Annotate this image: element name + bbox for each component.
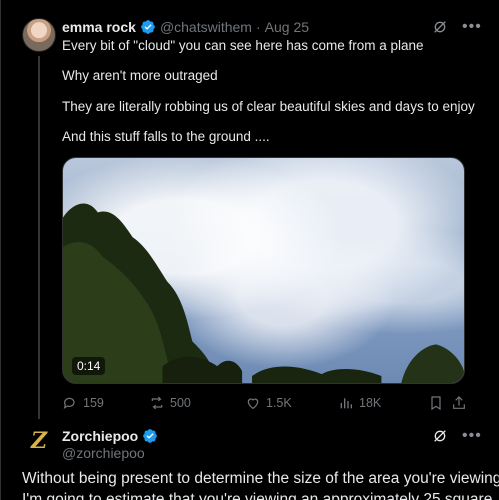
like-icon: [247, 398, 259, 410]
views-count: 18K: [359, 396, 382, 410]
reply-author-handle[interactable]: @zorchiepoo: [62, 445, 145, 461]
repost-count: 500: [170, 396, 191, 410]
tweet-header: emma rock @chatswithem · Aug 25: [62, 18, 309, 36]
video-duration: 0:14: [72, 357, 106, 375]
left-border: [0, 0, 1, 500]
reply-line: Without being present to determine the s…: [22, 470, 499, 487]
like-button[interactable]: 1.5K: [245, 395, 292, 411]
tweet-date[interactable]: Aug 25: [265, 19, 309, 35]
reply-avatar[interactable]: Z: [22, 424, 56, 458]
reply-top-actions: •••: [432, 428, 482, 444]
verified-badge-icon: [143, 429, 158, 443]
author-name[interactable]: emma rock: [62, 19, 136, 35]
repost-icon: [151, 396, 163, 410]
tweet-line: Every bit of "cloud" you can see here ha…: [62, 38, 424, 53]
repost-button[interactable]: 500: [149, 395, 191, 411]
bookmark-button[interactable]: [428, 395, 444, 411]
tweet-line: They are literally robbing us of clear b…: [62, 99, 475, 114]
tweet-line: And this stuff falls to the ground ....: [62, 129, 270, 144]
avatar[interactable]: [22, 18, 56, 52]
tweet-line: Why aren't more outraged: [62, 68, 218, 83]
tweet-thread: emma rock @chatswithem · Aug 25 ••• Ever…: [0, 0, 499, 500]
thread-connector-line: [38, 56, 40, 419]
bookmark-icon: [431, 396, 441, 411]
views-icon: [340, 398, 352, 409]
trees-image: [63, 203, 464, 383]
more-icon[interactable]: •••: [462, 428, 482, 444]
reply-line: I'm going to estimate that you're viewin…: [22, 491, 493, 500]
tweet-top-actions: •••: [432, 19, 482, 35]
tweet-actions: 159 500 1.5K 18K: [62, 395, 482, 413]
verified-badge-icon: [141, 20, 155, 34]
reply-author-name[interactable]: Zorchiepoo: [62, 428, 138, 444]
reply-count: 159: [83, 396, 104, 410]
avatar-logo-letter: Z: [30, 428, 48, 454]
share-button[interactable]: [451, 395, 467, 411]
tweet-video[interactable]: [62, 157, 465, 384]
separator: ·: [255, 19, 261, 35]
reply-icon: [63, 397, 75, 409]
grok-icon[interactable]: [432, 19, 448, 35]
more-icon[interactable]: •••: [462, 19, 482, 35]
like-count: 1.5K: [266, 396, 292, 410]
reply-header: Zorchiepoo: [62, 427, 162, 445]
author-handle[interactable]: @chatswithem: [160, 19, 252, 35]
grok-icon[interactable]: [432, 428, 448, 444]
reply-button[interactable]: 159: [62, 395, 104, 411]
views-button[interactable]: 18K: [338, 395, 381, 411]
share-icon: [453, 396, 465, 409]
